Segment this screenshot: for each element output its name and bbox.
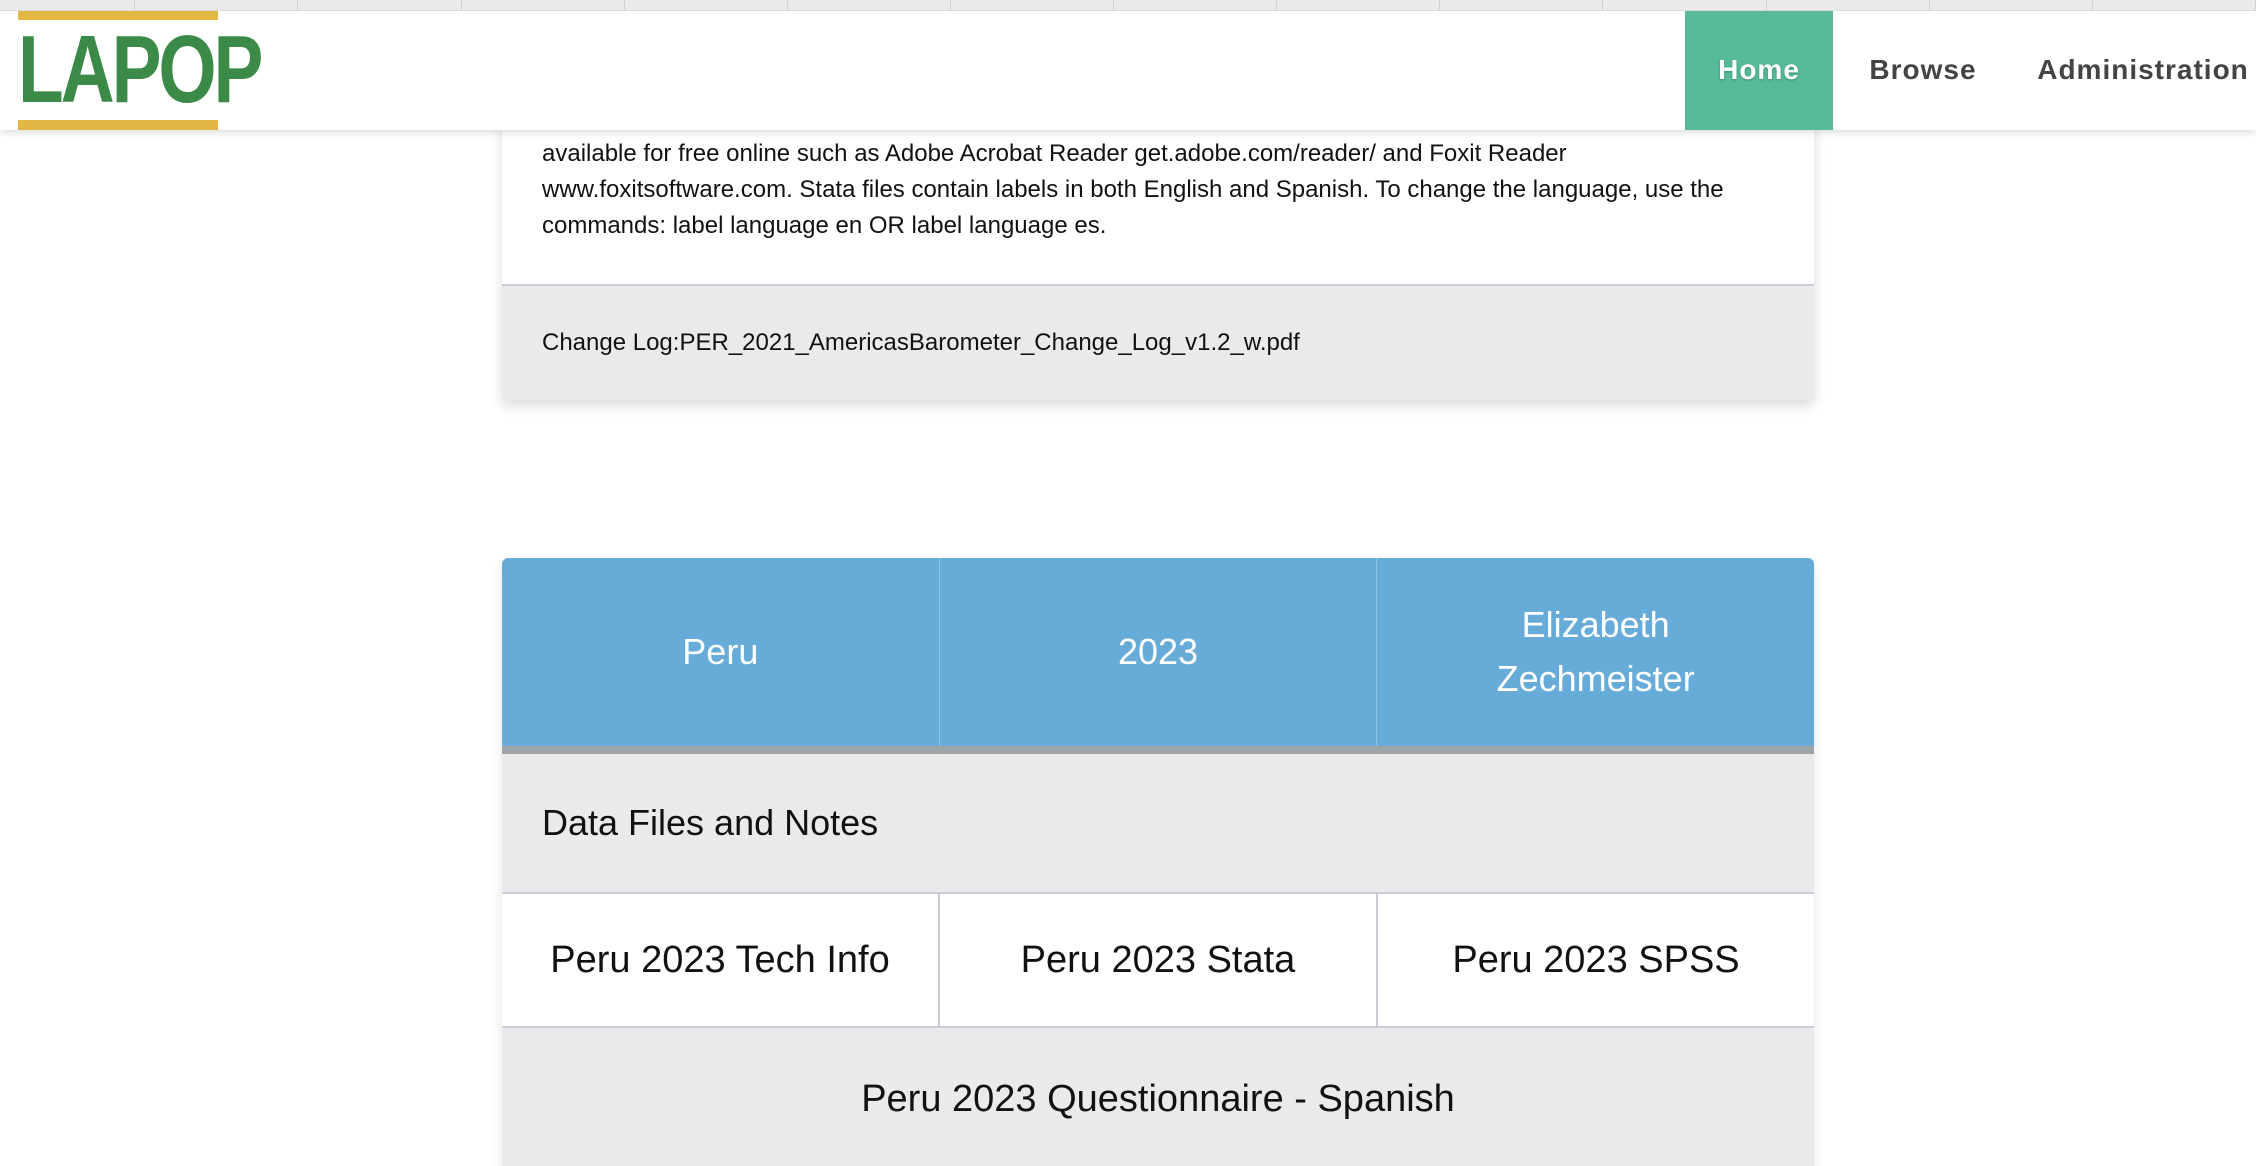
notes-line: www.foxitsoftware.com. Stata files conta… — [542, 176, 1724, 203]
author-label: Elizabeth Zechmeister — [1496, 604, 1695, 699]
site-header: LAPOP Home Browse Administration — [0, 10, 2256, 130]
strip-segment — [625, 0, 788, 10]
section-title: Data Files and Notes — [502, 754, 1814, 892]
strip-segment — [951, 0, 1115, 10]
nav-browse[interactable]: Browse — [1833, 10, 2013, 130]
strip-segment — [462, 0, 625, 10]
country-cell: Peru — [502, 558, 940, 746]
strip-segment — [2093, 0, 2256, 10]
strip-segment — [1440, 0, 1604, 10]
author-cell: Elizabeth Zechmeister — [1377, 558, 1814, 746]
questionnaire-link[interactable]: Peru 2023 Questionnaire - Spanish — [502, 1028, 1814, 1166]
strip-segment — [1767, 0, 1930, 10]
stata-link[interactable]: Peru 2023 Stata — [940, 894, 1378, 1026]
notes-line: available for free online such as Adobe … — [542, 140, 1567, 167]
main-nav: Home Browse Administration — [1685, 10, 2256, 130]
spss-link[interactable]: Peru 2023 SPSS — [1378, 894, 1814, 1026]
strip-segment — [1114, 0, 1278, 10]
strip-segment — [0, 0, 136, 10]
notes-line: commands: label language en OR label lan… — [542, 212, 1107, 239]
strip-segment — [1603, 0, 1767, 10]
year-label: 2023 — [1117, 631, 1199, 672]
top-strip — [0, 0, 2256, 11]
tech-info-link[interactable]: Peru 2023 Tech Info — [502, 894, 940, 1026]
year-cell: 2023 — [940, 558, 1378, 746]
strip-segment — [1277, 0, 1441, 10]
strip-segment — [135, 0, 299, 10]
strip-segment — [298, 0, 462, 10]
strip-segment — [788, 0, 951, 10]
change-log-link[interactable]: Change Log:PER_2021_AmericasBarometer_Ch… — [502, 284, 1814, 400]
files-row: Peru 2023 Tech Info Peru 2023 Stata Peru… — [502, 892, 1814, 1028]
country-label: Peru — [682, 631, 759, 672]
nav-administration[interactable]: Administration — [2013, 10, 2256, 130]
lapop-logo[interactable]: LAPOP — [18, 10, 263, 130]
logo-text: LAPOP — [18, 16, 263, 123]
peru-2023-card: Peru 2023 Elizabeth Zechmeister Data Fil… — [502, 558, 1814, 1166]
nav-home[interactable]: Home — [1685, 10, 1833, 130]
entry-info-row: Peru 2023 Elizabeth Zechmeister — [502, 558, 1814, 754]
strip-segment — [1930, 0, 2093, 10]
notes-text: available for free online such as Adobe … — [542, 136, 1782, 244]
page: LAPOP Home Browse Administration availab… — [0, 0, 2256, 1166]
logo-bottom-bar — [18, 120, 218, 130]
